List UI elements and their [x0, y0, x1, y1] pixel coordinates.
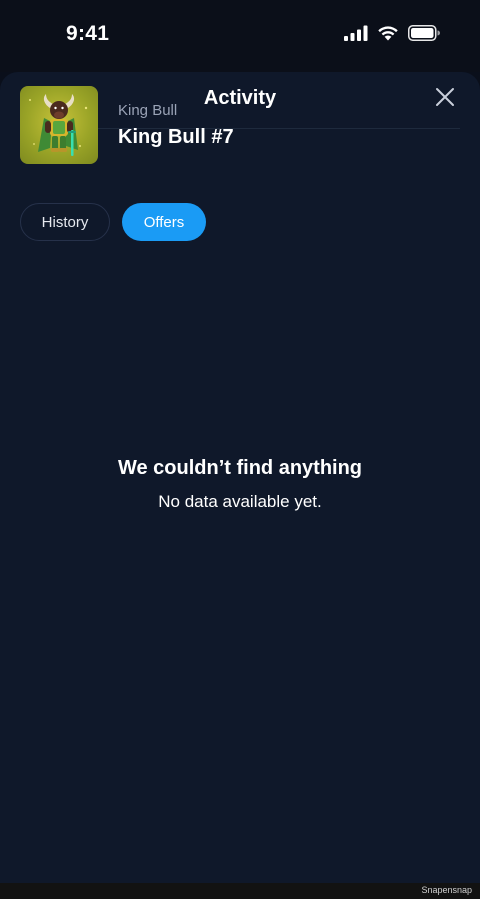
item-thumbnail[interactable] [20, 86, 98, 164]
wifi-icon [377, 25, 399, 41]
battery-icon [408, 25, 440, 41]
status-time: 9:41 [66, 22, 110, 45]
watermark: Snapensnap [421, 885, 472, 895]
status-icons [344, 25, 440, 41]
activity-screen: 9:41 Activity King Bull King Bull #7 His… [0, 0, 480, 899]
item-name: King Bull #7 [118, 126, 234, 148]
signal-icon [344, 25, 368, 41]
empty-state-title: We couldn’t find anything [117, 457, 363, 479]
activity-tabs: History Offers [20, 203, 206, 241]
tab-history[interactable]: History [20, 203, 110, 241]
king-bull-image [29, 94, 88, 156]
bottom-bar: Snapensnap [0, 883, 480, 899]
status-bar: 9:41 [0, 0, 480, 72]
close-icon [435, 87, 455, 112]
close-button[interactable] [430, 84, 460, 114]
empty-state-subtitle: No data available yet. [158, 492, 322, 511]
collection-name[interactable]: King Bull [118, 102, 177, 119]
tab-offers[interactable]: Offers [122, 203, 206, 241]
